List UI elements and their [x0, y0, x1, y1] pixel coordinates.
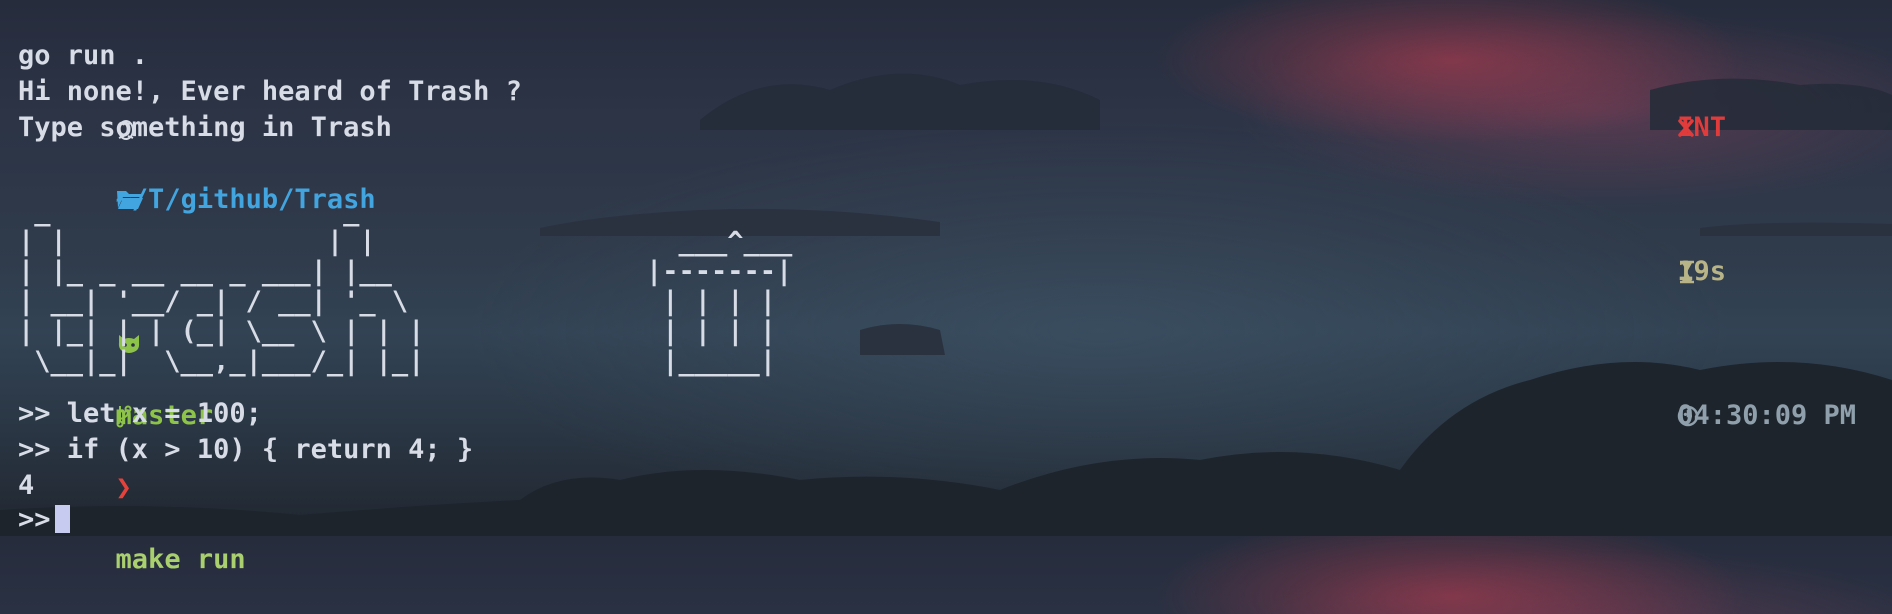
terminal-window[interactable]: ~/T/github/Trash master ❯ make run INT 1…: [0, 0, 1892, 575]
hourglass-icon: [1677, 182, 1699, 284]
repl-prefix: >>: [18, 398, 51, 429]
prompt-right-segment: INT 19s 04:30:09 PM: [1580, 2, 1856, 470]
prompt-char: ❯: [115, 472, 132, 503]
repl-line-2: >> if (x > 10) { return 4; }: [18, 432, 473, 468]
repl-result: 4: [18, 470, 35, 501]
clock-icon: [1677, 326, 1701, 427]
prompt-time: 04:30:09 PM: [1677, 400, 1856, 431]
repl-input-2: if (x > 10) { return 4; }: [50, 434, 474, 465]
exit-status: INT: [1677, 112, 1726, 143]
repl-prefix: >>: [18, 504, 51, 535]
output-line-1: go run .: [18, 40, 149, 71]
text-cursor[interactable]: [54, 505, 70, 533]
repl-input-1: let x = 100;: [50, 398, 262, 429]
shell-prompt: ~/T/github/Trash master ❯ make run INT 1…: [0, 2, 1892, 575]
cross-icon: [1677, 38, 1697, 137]
repl-prefix: >>: [18, 434, 51, 465]
ascii-logo: _ _ | | | | | |_ _ __ __ _ ___| |__ | __…: [18, 196, 425, 377]
ascii-bin: ___^___ |-------| | | | | | | | | |_____…: [646, 226, 793, 377]
output-line-3: Type something in Trash: [18, 112, 392, 143]
repl-line-1: >> let x = 100;: [18, 396, 262, 432]
entered-command: make run: [115, 544, 246, 575]
output-line-2: Hi none!, Ever heard of Trash ?: [18, 76, 522, 107]
repl-active-line[interactable]: >>: [18, 502, 70, 538]
command-duration: 19s: [1677, 256, 1726, 287]
